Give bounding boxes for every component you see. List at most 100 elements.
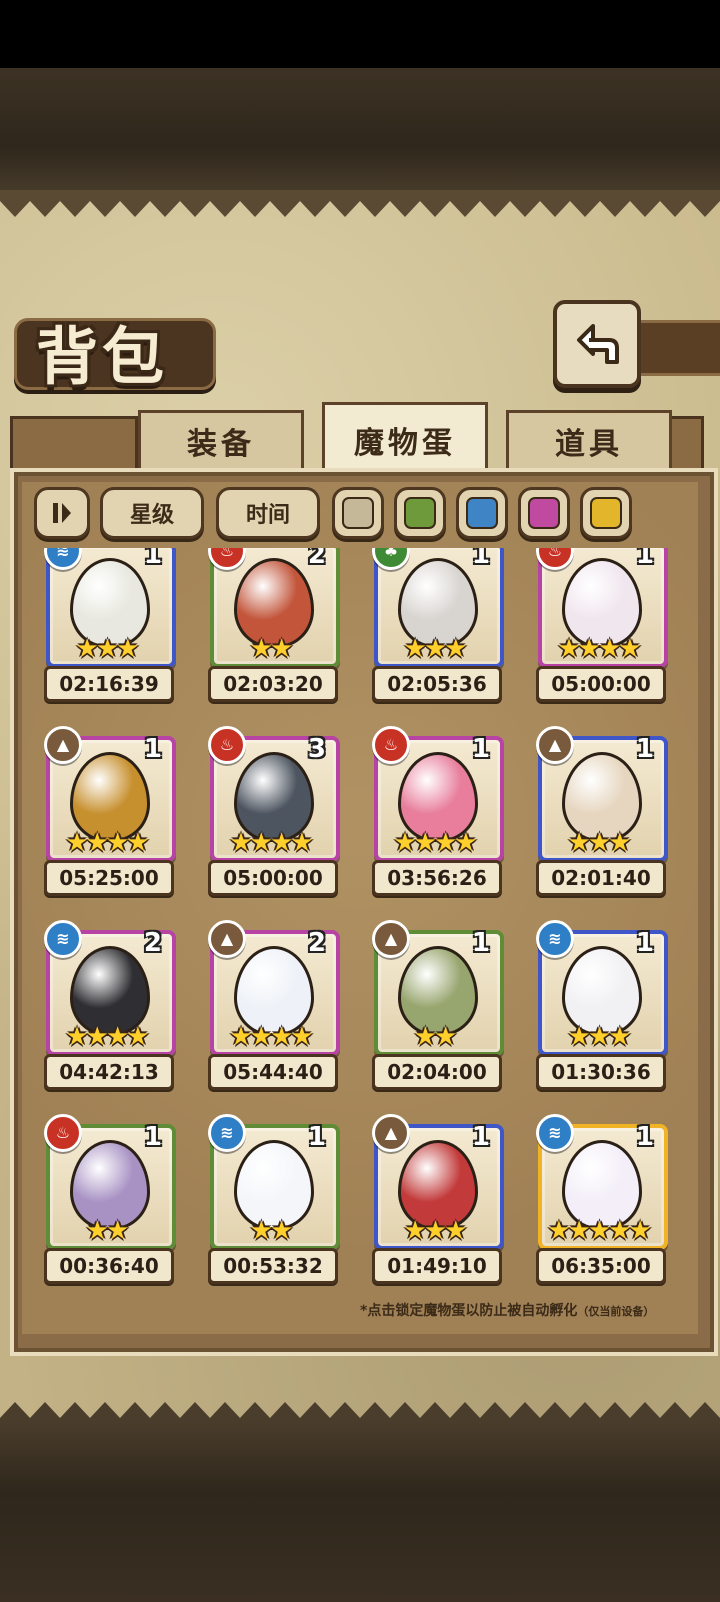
element-fire-icon: ♨ <box>372 726 410 764</box>
egg-count: 1 <box>635 548 654 570</box>
star-rating: ★★★★ <box>229 828 313 858</box>
tab-rail-right <box>668 416 704 472</box>
footer-note: *点击锁定魔物蛋以防止被自动孵化（仅当前设备） <box>360 1300 654 1320</box>
hatch-timer: 06:35:00 <box>536 1248 666 1284</box>
egg-card[interactable]: ▲ 1 ★★★★ <box>44 726 176 862</box>
sort-by-time-button[interactable]: 时间 <box>216 487 320 539</box>
egg-count: 1 <box>635 1122 654 1152</box>
star-rating: ★★ <box>249 1216 294 1246</box>
filter-color-blue[interactable] <box>456 487 508 539</box>
hatch-timer: 05:00:00 <box>536 666 666 702</box>
egg-count: 3 <box>307 734 326 764</box>
hatch-timer: 02:01:40 <box>536 860 666 896</box>
filter-color-grey[interactable] <box>332 487 384 539</box>
egg-card[interactable]: ≋ 1 ★★★★★ <box>536 1114 668 1250</box>
filter-color-purple-fill <box>528 497 560 529</box>
egg-card[interactable]: ♨ 3 ★★★★ <box>208 726 340 862</box>
egg-grid: ≋ 1 ★★★ 02:16:39 ♨ 2 ★★ 02:03:20 ♣ 1 ★★★ 02:05:36 ♨ 1… <box>40 548 680 1292</box>
egg-count: 1 <box>143 1122 162 1152</box>
egg-count: 1 <box>471 1122 490 1152</box>
star-rating: ★★ <box>85 1216 130 1246</box>
star-rating: ★★★ <box>403 1216 468 1246</box>
egg-count: 1 <box>635 734 654 764</box>
page-title: 背包 <box>36 320 169 393</box>
hatch-timer: 02:03:20 <box>208 666 338 702</box>
element-earth-icon: ▲ <box>372 920 410 958</box>
map-banner-bottom <box>0 1420 720 1602</box>
element-fire-icon: ♨ <box>44 1114 82 1152</box>
egg-card[interactable]: ≋ 1 ★★★ <box>536 920 668 1056</box>
star-rating: ★★ <box>413 1022 458 1052</box>
hatch-timer: 03:56:26 <box>372 860 502 896</box>
egg-card[interactable]: ▲ 1 ★★★ <box>372 1114 504 1250</box>
hatch-timer: 01:30:36 <box>536 1054 666 1090</box>
element-water-icon: ≋ <box>44 920 82 958</box>
star-rating: ★★★ <box>403 634 468 664</box>
zigzag-border-top <box>0 195 720 217</box>
hatch-timer: 00:36:40 <box>44 1248 174 1284</box>
egg-count: 1 <box>143 734 162 764</box>
star-rating: ★★★★ <box>65 1022 149 1052</box>
star-rating: ★★★★ <box>557 634 641 664</box>
egg-card[interactable]: ≋ 1 ★★ <box>208 1114 340 1250</box>
filter-color-green[interactable] <box>394 487 446 539</box>
sort-toggle-icon <box>53 503 71 523</box>
egg-count: 1 <box>471 548 490 570</box>
sort-toggle-button[interactable] <box>34 487 90 539</box>
egg-count: 1 <box>307 1122 326 1152</box>
egg-card[interactable]: ▲ 1 ★★ <box>372 920 504 1056</box>
egg-count: 1 <box>471 928 490 958</box>
footer-note-main: *点击锁定魔物蛋以防止被自动孵化 <box>360 1303 578 1319</box>
sort-by-star-button[interactable]: 星级 <box>100 487 204 539</box>
egg-card[interactable]: ≋ 1 ★★★ <box>44 548 176 668</box>
tab-rail-left <box>10 416 138 472</box>
egg-card[interactable]: ♨ 1 ★★★★ <box>536 548 668 668</box>
filter-color-gold-fill <box>590 497 622 529</box>
hatch-timer: 05:25:00 <box>44 860 174 896</box>
egg-count: 2 <box>307 548 326 570</box>
tab-items[interactable]: 道具 <box>506 410 672 469</box>
filter-color-blue-fill <box>466 497 498 529</box>
star-rating: ★★★ <box>567 1022 632 1052</box>
tab-equipment[interactable]: 装备 <box>138 410 304 469</box>
egg-card[interactable]: ♣ 1 ★★★ <box>372 548 504 668</box>
element-water-icon: ≋ <box>208 1114 246 1152</box>
element-earth-icon: ▲ <box>208 920 246 958</box>
filter-color-green-fill <box>404 497 436 529</box>
egg-count: 2 <box>307 928 326 958</box>
back-button[interactable] <box>553 300 641 388</box>
tab-monster-eggs[interactable]: 魔物蛋 <box>322 402 488 475</box>
footer-note-sub: （仅当前设备） <box>577 1305 655 1318</box>
egg-count: 1 <box>471 734 490 764</box>
egg-card[interactable]: ♨ 1 ★★★★ <box>372 726 504 862</box>
hatch-timer: 01:49:10 <box>372 1248 502 1284</box>
egg-card[interactable]: ♨ 2 ★★ <box>208 548 340 668</box>
element-water-icon: ≋ <box>536 920 574 958</box>
star-rating: ★★★ <box>75 634 140 664</box>
egg-card[interactable]: ≋ 2 ★★★★ <box>44 920 176 1056</box>
hatch-timer: 05:44:40 <box>208 1054 338 1090</box>
hatch-timer: 02:04:00 <box>372 1054 502 1090</box>
filter-color-gold[interactable] <box>580 487 632 539</box>
egg-card[interactable]: ▲ 2 ★★★★ <box>208 920 340 1056</box>
star-rating: ★★★★ <box>229 1022 313 1052</box>
filter-color-grey-fill <box>342 497 374 529</box>
tab-items-label: 道具 <box>555 427 623 462</box>
element-earth-icon: ▲ <box>536 726 574 764</box>
sort-by-star-label: 星级 <box>129 503 174 528</box>
element-fire-icon: ♨ <box>208 726 246 764</box>
hatch-timer: 05:00:00 <box>208 860 338 896</box>
egg-count: 1 <box>143 548 162 570</box>
egg-card[interactable]: ♨ 1 ★★ <box>44 1114 176 1250</box>
hatch-timer: 04:42:13 <box>44 1054 174 1090</box>
egg-card[interactable]: ▲ 1 ★★★ <box>536 726 668 862</box>
element-earth-icon: ▲ <box>372 1114 410 1152</box>
star-rating: ★★★★ <box>393 828 477 858</box>
egg-count: 2 <box>143 928 162 958</box>
sort-by-time-label: 时间 <box>245 503 290 528</box>
star-rating: ★★★★ <box>65 828 149 858</box>
filter-color-purple[interactable] <box>518 487 570 539</box>
star-rating: ★★ <box>249 634 294 664</box>
egg-count: 1 <box>635 928 654 958</box>
hatch-timer: 00:53:32 <box>208 1248 338 1284</box>
